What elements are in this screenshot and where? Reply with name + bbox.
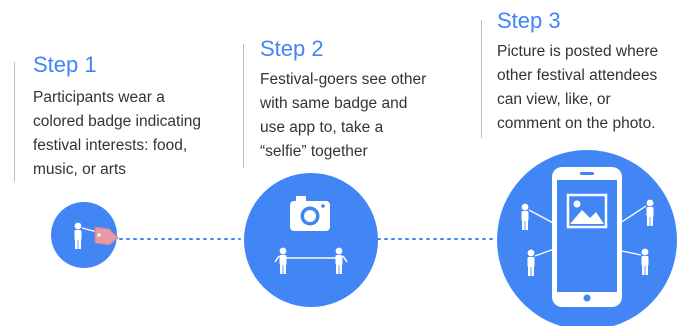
phone-sharing-icon xyxy=(497,150,677,326)
person-with-badge-icon xyxy=(51,202,119,268)
camera-selfie-icon xyxy=(244,173,378,307)
illustrations xyxy=(51,150,677,326)
